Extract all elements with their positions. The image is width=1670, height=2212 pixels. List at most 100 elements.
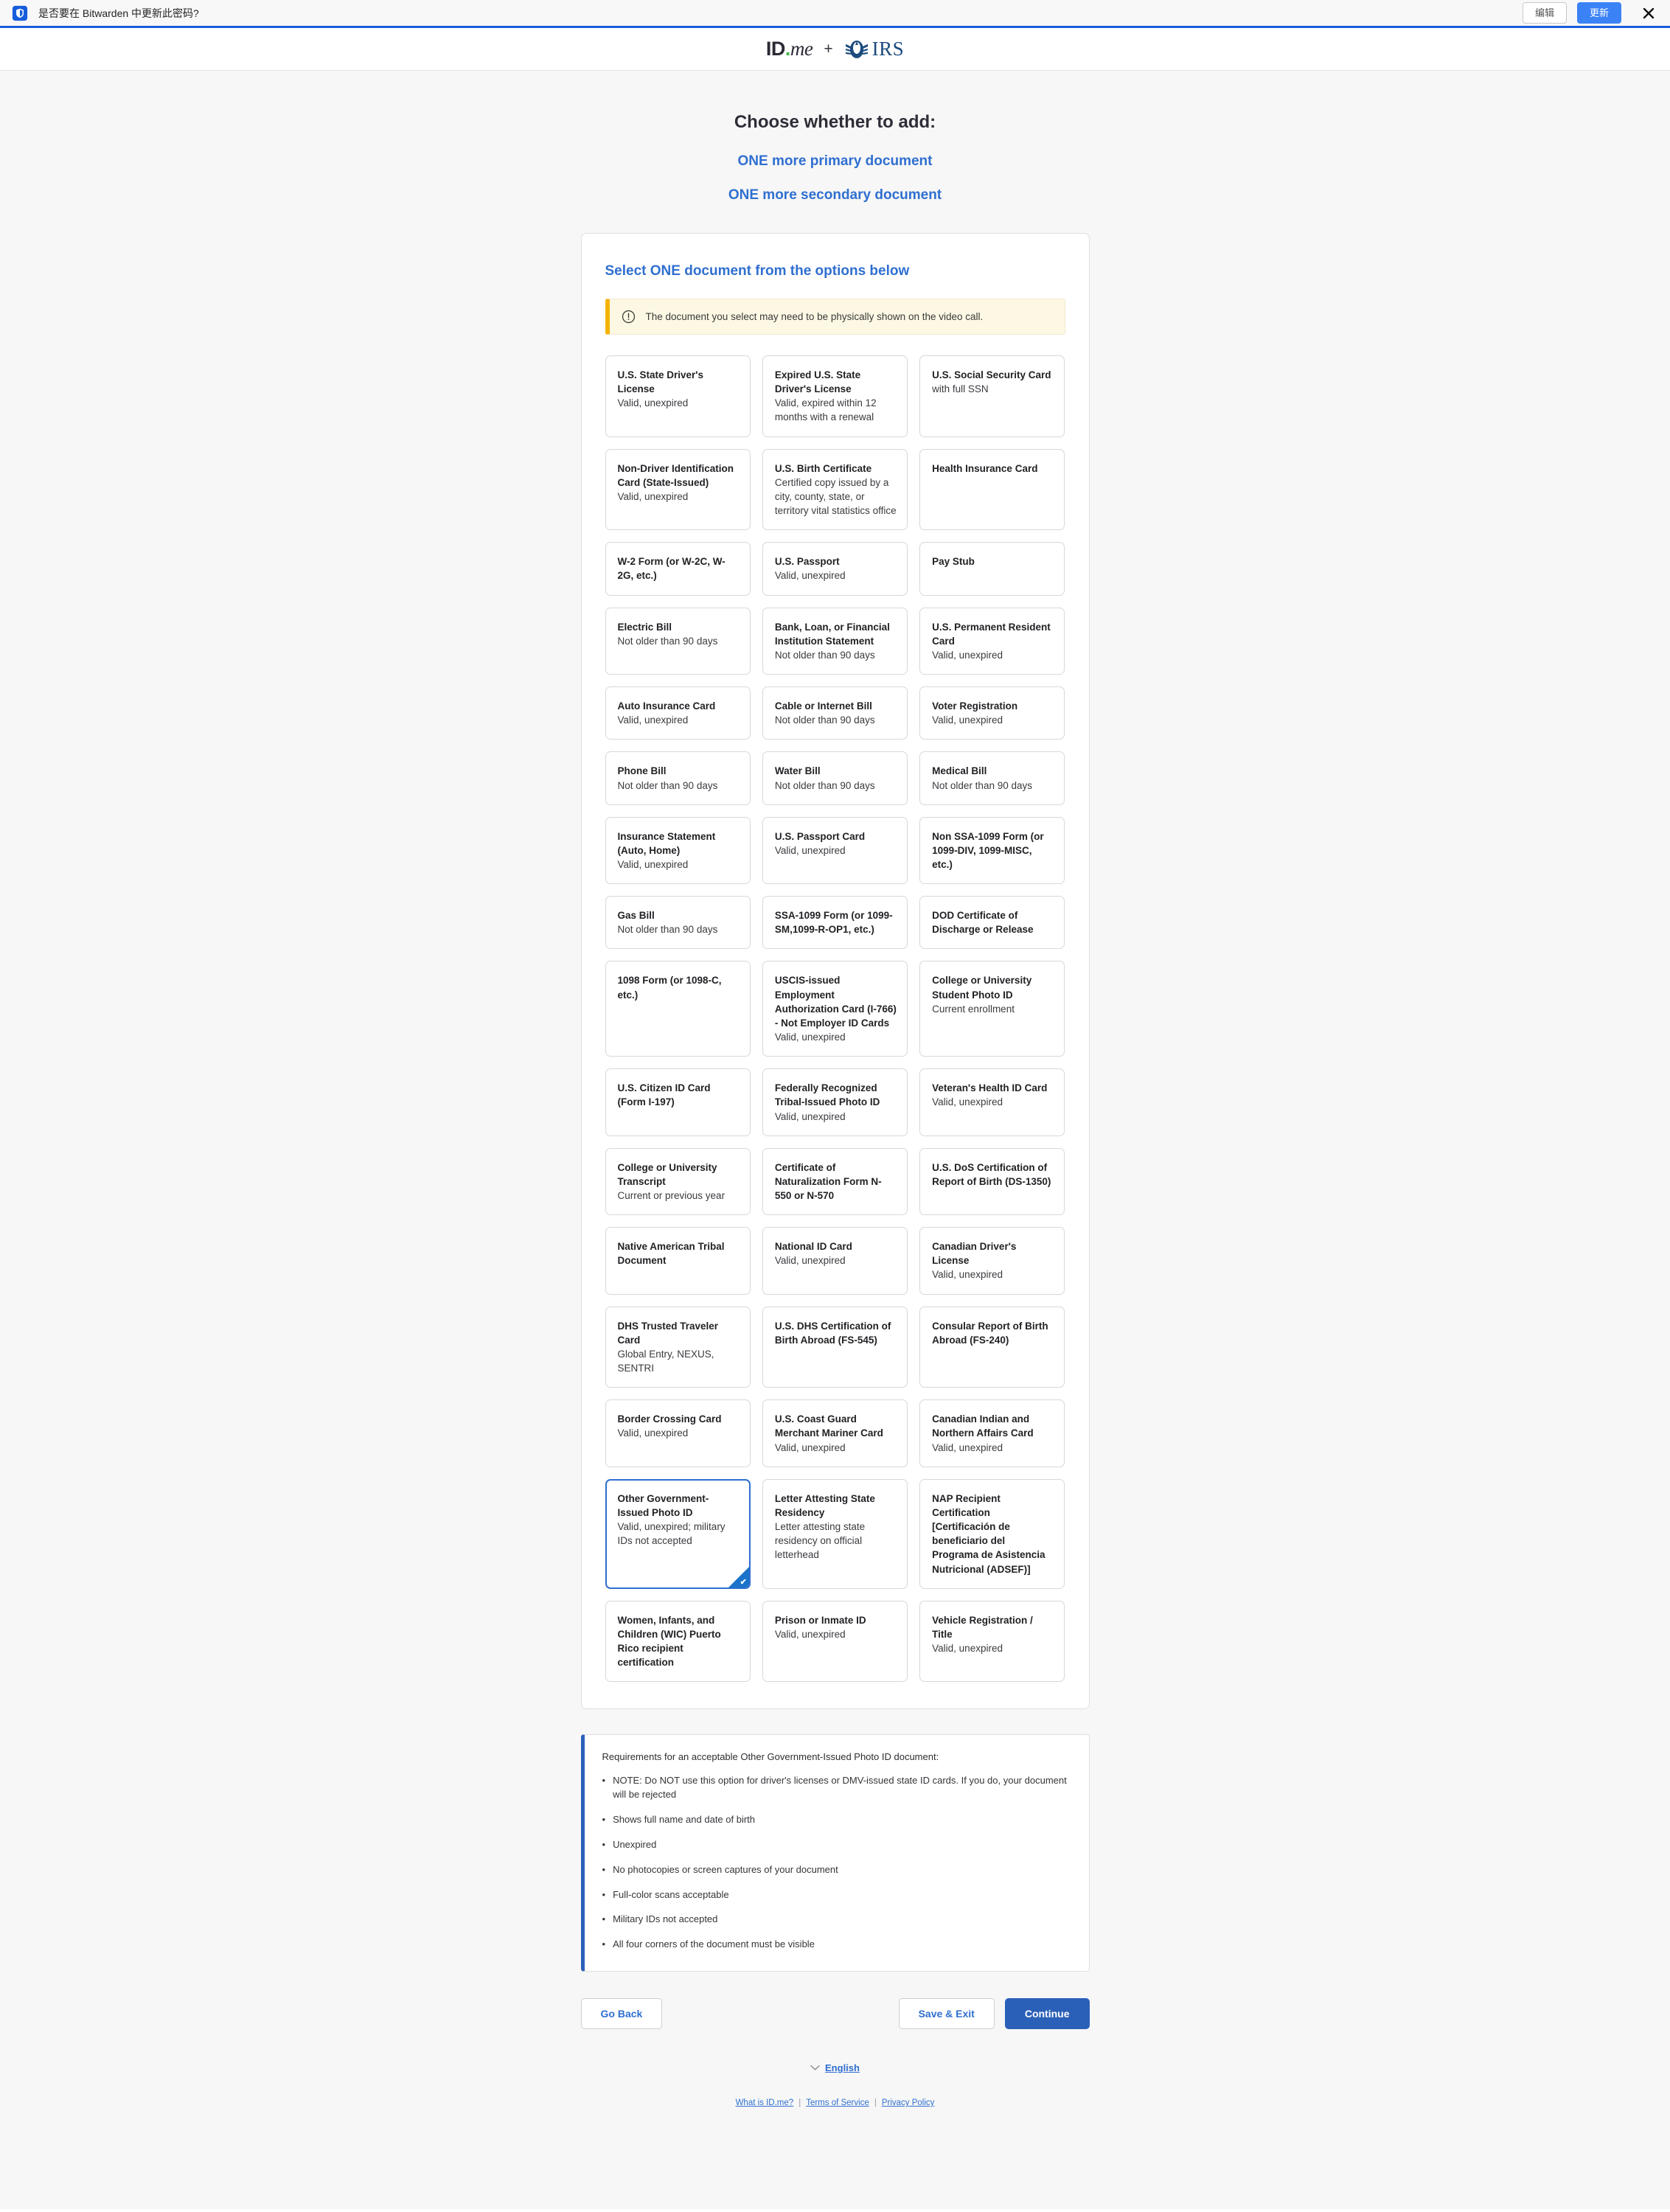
document-tile[interactable]: 1098 Form (or 1098-C, etc.) xyxy=(605,961,751,1057)
save-and-exit-button[interactable]: Save & Exit xyxy=(898,1998,995,2030)
bullet-icon: • xyxy=(602,1838,606,1850)
link-one-more-primary-document[interactable]: ONE more primary document xyxy=(0,153,1670,170)
document-tile-title: USCIS-issued Employment Authorization Ca… xyxy=(774,975,897,1029)
requirement-item: • Shows full name and date of birth xyxy=(602,1813,1070,1827)
document-tile[interactable]: Medical Bill Not older than 90 days xyxy=(919,751,1065,805)
document-tile-title: U.S. DoS Certification of Report of Birt… xyxy=(932,1161,1051,1187)
document-tile[interactable]: Expired U.S. State Driver's License Valid… xyxy=(762,355,908,437)
document-tile-subtitle: Valid, expired within 12 months with a r… xyxy=(774,397,877,423)
document-tile[interactable]: Health Insurance Card xyxy=(919,448,1065,531)
document-tile[interactable]: Gas Bill Not older than 90 days xyxy=(605,896,751,950)
document-tile[interactable]: U.S. DoS Certification of Report of Birt… xyxy=(919,1147,1065,1216)
document-tile-subtitle: Not older than 90 days xyxy=(617,635,718,647)
document-tile[interactable]: College or University Student Photo ID Cu… xyxy=(919,961,1065,1057)
document-tile[interactable]: DOD Certificate of Discharge or Release xyxy=(919,896,1065,950)
document-tile[interactable]: Native American Tribal Document xyxy=(605,1227,751,1295)
document-tile[interactable]: Canadian Indian and Northern Affairs Car… xyxy=(919,1399,1065,1467)
footer-link[interactable]: Privacy Policy xyxy=(882,2098,935,2107)
document-tile-subtitle: Valid, unexpired xyxy=(774,1441,846,1453)
document-tile[interactable]: U.S. DHS Certification of Birth Abroad (… xyxy=(762,1306,908,1388)
document-tile[interactable]: Prison or Inmate ID Valid, unexpired xyxy=(762,1600,908,1683)
document-tile-title: U.S. Birth Certificate xyxy=(774,462,872,474)
document-tile-title: College or University Student Photo ID xyxy=(932,975,1032,1001)
document-tile[interactable]: College or University Transcript Current … xyxy=(605,1147,751,1216)
document-tile[interactable]: National ID Card Valid, unexpired xyxy=(762,1227,908,1295)
bullet-icon: • xyxy=(602,1863,606,1875)
document-tile[interactable]: Voter Registration Valid, unexpired xyxy=(919,686,1065,740)
document-tile[interactable]: Electric Bill Not older than 90 days xyxy=(605,607,751,675)
document-tile-title: College or University Transcript xyxy=(617,1161,717,1187)
page-title: Choose whether to add: xyxy=(734,112,936,132)
document-tile-subtitle: Current or previous year xyxy=(617,1190,726,1201)
document-tile[interactable]: U.S. Social Security Card with full SSN xyxy=(919,355,1065,437)
document-tile[interactable]: Canadian Driver's License Valid, unexpire… xyxy=(919,1227,1065,1295)
site-header: ID.me + IRS xyxy=(0,28,1670,71)
document-tile[interactable]: USCIS-issued Employment Authorization Ca… xyxy=(762,961,908,1057)
document-tile-subtitle: Not older than 90 days xyxy=(774,714,875,726)
requirement-text: Military IDs not accepted xyxy=(613,1913,718,1925)
document-tile[interactable]: Consular Report of Birth Abroad (FS-240) xyxy=(919,1306,1065,1388)
document-tile[interactable]: Pay Stub xyxy=(919,542,1065,596)
document-tile[interactable]: U.S. Coast Guard Merchant Mariner Card Va… xyxy=(762,1399,908,1467)
primary-actions: Save & Exit Continue xyxy=(898,1998,1090,2030)
document-tile[interactable]: DHS Trusted Traveler Card Global Entry, N… xyxy=(605,1306,751,1388)
document-tile[interactable]: U.S. Citizen ID Card (Form I-197) xyxy=(605,1068,751,1136)
continue-button[interactable]: Continue xyxy=(1004,1998,1090,2030)
document-tile-subtitle: Valid, unexpired xyxy=(932,1642,1003,1654)
document-tile[interactable]: W-2 Form (or W-2C, W-2G, etc.) xyxy=(605,542,751,596)
bitwarden-notification-message: 是否要在 Bitwarden 中更新此密码? xyxy=(38,7,199,19)
document-tile[interactable]: Auto Insurance Card Valid, unexpired xyxy=(605,686,751,740)
document-tile[interactable]: Women, Infants, and Children (WIC) Puert… xyxy=(605,1600,751,1683)
alert-message: The document you select may need to be p… xyxy=(645,311,984,322)
document-tile[interactable]: U.S. Passport Valid, unexpired xyxy=(762,542,908,596)
requirement-item: • NOTE: Do NOT use this option for driver… xyxy=(602,1774,1070,1802)
document-tile[interactable]: Bank, Loan, or Financial Institution Sta… xyxy=(762,607,908,675)
footer-link[interactable]: What is ID.me? xyxy=(736,2098,794,2107)
document-tile-subtitle: Valid, unexpired xyxy=(932,1441,1003,1453)
document-tile-subtitle: Valid, unexpired xyxy=(617,1427,689,1439)
document-tile-subtitle: Valid, unexpired xyxy=(932,1269,1003,1281)
link-one-more-secondary-document[interactable]: ONE more secondary document xyxy=(0,187,1670,204)
document-tile-subtitle: Not older than 90 days xyxy=(617,779,718,791)
document-tile[interactable]: Phone Bill Not older than 90 days xyxy=(605,751,751,805)
footer-link[interactable]: Terms of Service xyxy=(806,2098,869,2107)
document-tile-title: U.S. Passport Card xyxy=(774,830,866,842)
document-tile[interactable]: U.S. Permanent Resident Card Valid, unexp… xyxy=(919,607,1065,675)
go-back-button[interactable]: Go Back xyxy=(580,1998,663,2030)
document-tile-title: Vehicle Registration / Title xyxy=(932,1614,1033,1640)
document-tile[interactable]: Certificate of Naturalization Form N-550… xyxy=(762,1147,908,1216)
document-tile[interactable]: U.S. Passport Card Valid, unexpired xyxy=(762,816,908,885)
document-tile-title: Canadian Driver's License xyxy=(932,1241,1017,1267)
document-tile[interactable]: Veteran's Health ID Card Valid, unexpired xyxy=(919,1068,1065,1136)
language-selector[interactable]: English xyxy=(810,2062,860,2073)
requirement-item: • Military IDs not accepted xyxy=(602,1913,1070,1927)
bitwarden-edit-button[interactable]: 编辑 xyxy=(1522,1,1567,24)
close-icon[interactable] xyxy=(1639,4,1658,23)
document-tile[interactable]: Water Bill Not older than 90 days xyxy=(762,751,908,805)
document-tile-subtitle: Valid, unexpired xyxy=(774,1110,846,1122)
document-tile[interactable]: Non-Driver Identification Card (State-Is… xyxy=(605,448,751,531)
document-tile-title: W-2 Form (or W-2C, W-2G, etc.) xyxy=(617,556,726,582)
language-label: English xyxy=(825,2062,860,2074)
document-tile[interactable]: Non SSA-1099 Form (or 1099-DIV, 1099-MIS… xyxy=(919,816,1065,885)
document-tile[interactable]: Cable or Internet Bill Not older than 90 … xyxy=(762,686,908,740)
document-tile-subtitle: Valid, unexpired xyxy=(932,1096,1003,1108)
document-tile[interactable]: Other Government-Issued Photo ID Valid, u… xyxy=(605,1478,751,1589)
bitwarden-update-button[interactable]: 更新 xyxy=(1576,1,1621,24)
document-tile[interactable]: U.S. State Driver's License Valid, unexpi… xyxy=(605,355,751,437)
document-tile[interactable]: NAP Recipient Certification [Certificaci… xyxy=(919,1478,1065,1589)
document-tile-subtitle: Not older than 90 days xyxy=(774,649,875,661)
document-tile-title: National ID Card xyxy=(774,1241,852,1253)
document-tile-subtitle: Valid, unexpired xyxy=(617,397,689,409)
document-tile[interactable]: Federally Recognized Tribal-Issued Photo… xyxy=(762,1068,908,1136)
document-tile-subtitle: Valid, unexpired xyxy=(617,714,689,726)
document-tile[interactable]: Border Crossing Card Valid, unexpired xyxy=(605,1399,751,1467)
document-tile-subtitle: Not older than 90 days xyxy=(774,779,875,791)
document-tile[interactable]: Vehicle Registration / Title Valid, unexp… xyxy=(919,1600,1065,1683)
document-tile[interactable]: Letter Attesting State Residency Letter a… xyxy=(762,1478,908,1589)
document-tile-subtitle: Valid, unexpired xyxy=(774,1628,846,1640)
document-tile[interactable]: SSA-1099 Form (or 1099-SM,1099-R-OP1, et… xyxy=(762,896,908,950)
requirement-text: Unexpired xyxy=(613,1838,657,1850)
document-tile[interactable]: Insurance Statement (Auto, Home) Valid, u… xyxy=(605,816,751,885)
document-tile[interactable]: U.S. Birth Certificate Certified copy iss… xyxy=(762,448,908,531)
